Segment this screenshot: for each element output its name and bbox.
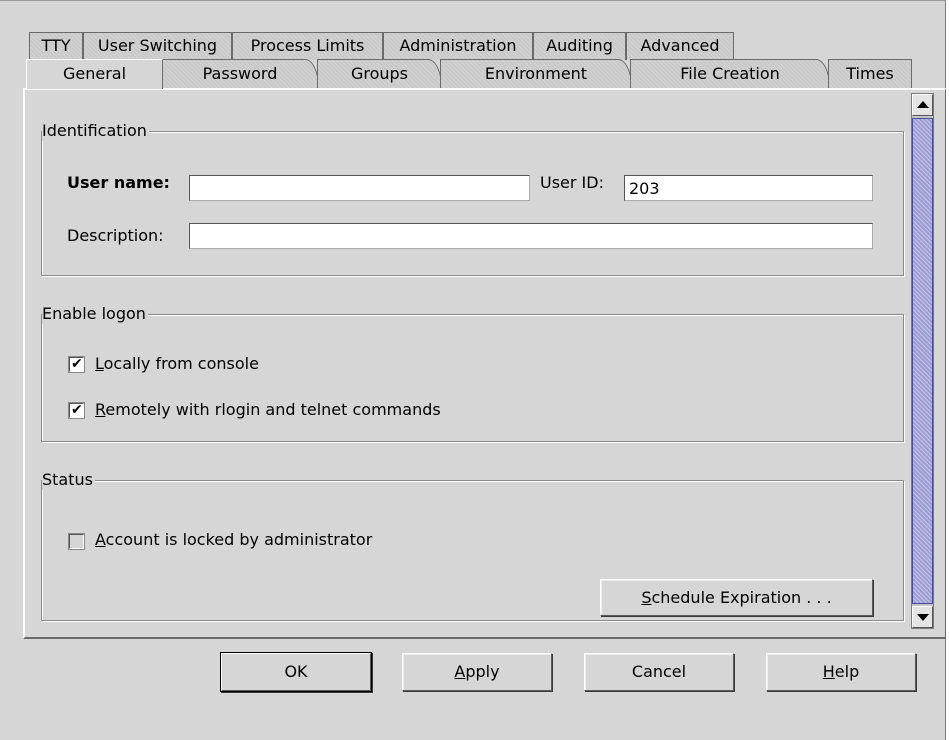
checkmark-icon: ✔ (71, 356, 83, 372)
identification-group: Identification User name: User ID: Descr… (41, 121, 904, 276)
remote-logon-label[interactable]: Remotely with rlogin and telnet commands (95, 399, 441, 421)
account-locked-checkbox[interactable] (69, 534, 84, 549)
dialog-window: TTY User Switching Process Limits Admini… (0, 0, 946, 740)
apply-button[interactable]: Apply (402, 653, 552, 691)
vertical-scrollbar[interactable] (911, 93, 934, 629)
tab-administration[interactable]: Administration (383, 32, 533, 60)
ok-button[interactable]: OK (221, 653, 371, 691)
tab-general[interactable]: General (26, 59, 163, 89)
scroll-thumb[interactable] (912, 118, 933, 604)
tab-tty[interactable]: TTY (29, 32, 83, 60)
local-logon-checkbox[interactable]: ✔ (69, 356, 84, 372)
cancel-button[interactable]: Cancel (584, 653, 734, 691)
userid-label: User ID: (540, 173, 604, 192)
schedule-expiration-button[interactable]: Schedule Expiration . . . (600, 579, 873, 616)
status-group: Status Account is locked by administrato… (41, 470, 904, 621)
tab-environment[interactable]: Environment (440, 59, 632, 89)
userid-input[interactable] (624, 175, 873, 201)
scroll-up-button[interactable] (912, 94, 933, 116)
arrow-up-icon (917, 101, 929, 108)
checkmark-icon: ✔ (71, 402, 83, 418)
description-input[interactable] (189, 223, 873, 249)
status-title: Status (42, 470, 95, 490)
enable-logon-title: Enable logon (42, 304, 148, 324)
description-label: Description: (67, 226, 164, 245)
tab-times[interactable]: Times (828, 59, 912, 89)
tab-auditing[interactable]: Auditing (533, 32, 626, 60)
local-logon-label[interactable]: Locally from console (95, 353, 259, 375)
tab-groups[interactable]: Groups (317, 59, 442, 89)
remote-logon-checkbox[interactable]: ✔ (69, 402, 84, 418)
identification-title: Identification (42, 121, 149, 141)
arrow-down-icon (917, 614, 929, 621)
tab-password[interactable]: Password (161, 59, 319, 89)
tab-user-switching[interactable]: User Switching (83, 32, 232, 60)
help-button[interactable]: Help (766, 653, 916, 691)
tab-process-limits[interactable]: Process Limits (232, 32, 383, 60)
scroll-down-button[interactable] (912, 606, 933, 628)
enable-logon-group: Enable logon ✔ Locally from console ✔ Re… (41, 304, 904, 442)
tab-advanced[interactable]: Advanced (626, 32, 734, 60)
username-input[interactable] (189, 175, 530, 201)
tab-file-creation[interactable]: File Creation (630, 59, 830, 89)
account-locked-label[interactable]: Account is locked by administrator (95, 529, 372, 551)
username-label: User name: (67, 173, 170, 192)
